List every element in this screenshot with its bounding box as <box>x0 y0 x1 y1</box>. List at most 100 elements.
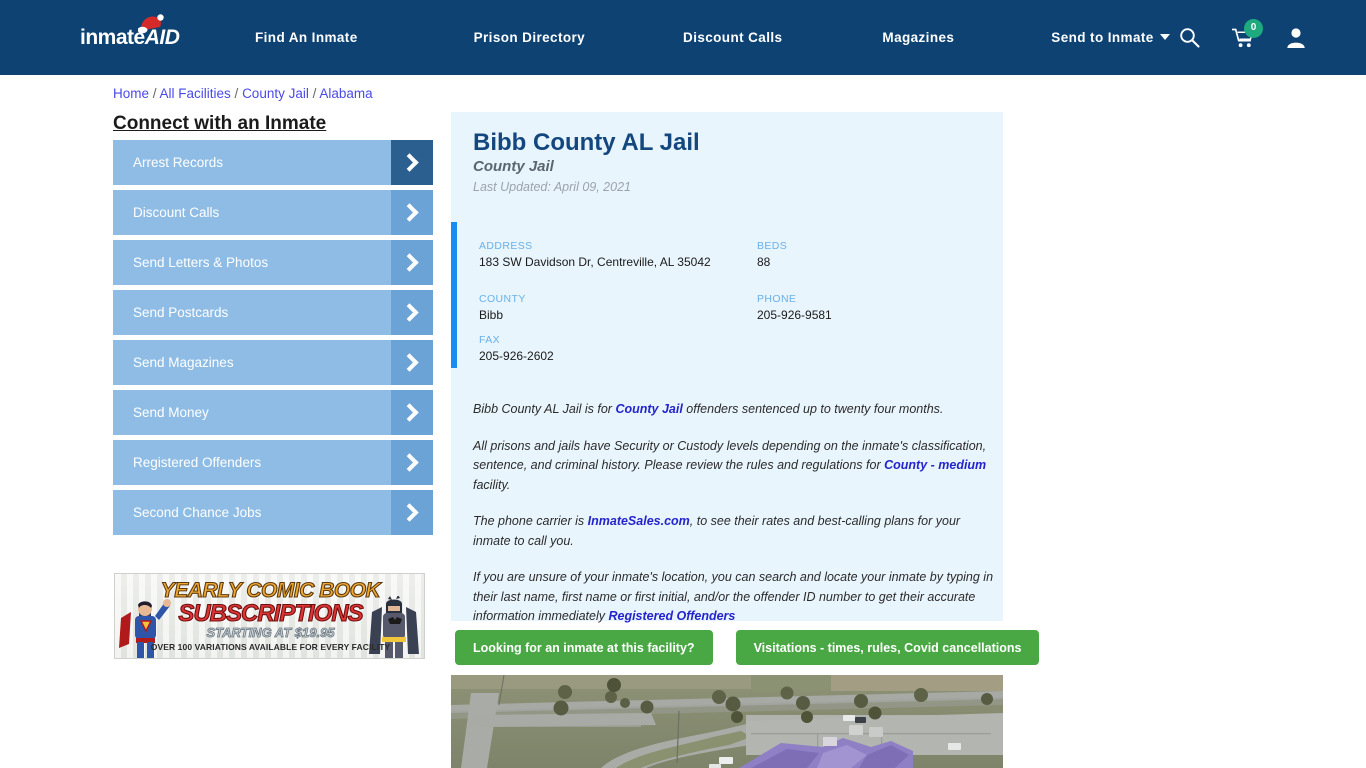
sidebar-item-discount-calls[interactable]: Discount Calls <box>113 190 433 235</box>
chevron-right-icon <box>391 240 433 285</box>
search-button[interactable] <box>1179 27 1200 48</box>
info-field-fax: FAX 205-926-2602 <box>479 334 729 363</box>
description-paragraph-4: If you are unsure of your inmate's locat… <box>473 568 998 627</box>
sidebar-item-arrest-records[interactable]: Arrest Records <box>113 140 433 185</box>
aerial-satellite-image <box>451 675 1003 768</box>
link-inmatesales[interactable]: InmateSales.com <box>588 514 690 528</box>
ad-subtext-line: OVER 100 VARIATIONS AVAILABLE FOR EVERY … <box>150 642 391 652</box>
logo-word-inmate: inmate <box>80 26 145 49</box>
info-value: 183 SW Davidson Dr, Centreville, AL 3504… <box>479 255 711 269</box>
link-registered-offenders[interactable]: Registered Offenders <box>608 609 735 623</box>
text-run: facility. <box>473 477 511 492</box>
text-run: Bibb County AL Jail is for <box>473 402 616 416</box>
breadcrumb-separator: / <box>149 86 160 101</box>
sidebar-item-send-magazines[interactable]: Send Magazines <box>113 340 433 385</box>
facility-info-block: ADDRESS 183 SW Davidson Dr, Centreville,… <box>451 222 1003 368</box>
facility-detail-panel: Bibb County AL Jail County Jail Last Upd… <box>451 112 1003 623</box>
chevron-right-icon <box>391 440 433 485</box>
info-value: 205-926-9581 <box>757 308 832 322</box>
sidebar-item-label: Send Letters & Photos <box>133 255 269 270</box>
info-label: BEDS <box>757 240 788 252</box>
chevron-down-icon <box>1159 34 1170 40</box>
sidebar-item-label: Arrest Records <box>133 155 224 170</box>
nav-label: Find An Inmate <box>255 30 358 45</box>
search-icon <box>1180 28 1200 48</box>
sidebar-item-label: Discount Calls <box>133 205 220 220</box>
nav-label: Magazines <box>882 30 955 45</box>
text-run: The phone carrier is <box>473 514 588 528</box>
find-inmate-button[interactable]: Looking for an inmate at this facility? <box>455 630 713 665</box>
breadcrumb-separator: / <box>308 86 320 101</box>
chevron-right-icon <box>391 340 433 385</box>
cart-button[interactable]: 0 <box>1231 18 1263 48</box>
sidebar-item-label: Second Chance Jobs <box>133 505 262 520</box>
sidebar-menu: Arrest Records Discount Calls Send Lette… <box>113 140 433 540</box>
main-navigation: Find An Inmate Prison Directory Discount… <box>255 0 1170 75</box>
logo-text: inmateAID <box>80 21 185 55</box>
sidebar-title: Connect with an Inmate <box>113 113 327 134</box>
info-field-address: ADDRESS 183 SW Davidson Dr, Centreville,… <box>479 240 729 269</box>
sidebar-item-send-letters-photos[interactable]: Send Letters & Photos <box>113 240 433 285</box>
page-title: Bibb County AL Jail <box>473 129 700 156</box>
santa-hat-icon <box>138 14 164 34</box>
sidebar-item-send-money[interactable]: Send Money <box>113 390 433 435</box>
nav-item-prison-directory[interactable]: Prison Directory <box>474 30 585 45</box>
nav-label: Prison Directory <box>473 30 586 45</box>
accent-bar <box>451 222 457 368</box>
info-value: 88 <box>757 255 771 269</box>
chevron-right-icon <box>391 490 433 535</box>
nav-item-find-an-inmate[interactable]: Find An Inmate <box>255 30 358 45</box>
facility-aerial-map[interactable] <box>451 675 1003 768</box>
sidebar-item-registered-offenders[interactable]: Registered Offenders <box>113 440 433 485</box>
text-run: offenders sentenced up to twenty four mo… <box>682 402 944 416</box>
info-field-beds: BEDS 88 <box>757 240 957 269</box>
site-logo[interactable]: inmateAID <box>80 14 185 55</box>
ad-price-line: STARTING AT $19.95 <box>206 625 335 641</box>
info-field-phone: PHONE 205-926-9581 <box>757 293 957 322</box>
info-label: FAX <box>479 334 501 346</box>
site-header: inmateAID Find An Inmate Prison Director… <box>0 0 1366 75</box>
cart-count-badge: 0 <box>1244 18 1263 38</box>
breadcrumb-item-alabama[interactable]: Alabama <box>319 86 372 101</box>
breadcrumb-item-home[interactable]: Home <box>113 86 149 101</box>
chevron-right-icon <box>391 390 433 435</box>
sidebar-item-label: Send Postcards <box>133 305 229 320</box>
breadcrumb-separator: / <box>230 86 243 101</box>
chevron-right-icon <box>391 290 433 335</box>
sidebar-item-send-postcards[interactable]: Send Postcards <box>113 290 433 335</box>
sidebar-item-second-chance-jobs[interactable]: Second Chance Jobs <box>113 490 433 535</box>
info-label: PHONE <box>757 293 797 305</box>
sidebar-item-label: Send Magazines <box>133 355 234 370</box>
info-value: 205-926-2602 <box>479 349 554 363</box>
last-updated-text: Last Updated: April 09, 2021 <box>473 180 631 194</box>
nav-item-magazines[interactable]: Magazines <box>882 30 954 45</box>
breadcrumb: Home / All Facilities / County Jail / Al… <box>113 86 373 101</box>
info-label: COUNTY <box>479 293 526 305</box>
action-button-row: Looking for an inmate at this facility? … <box>455 630 1040 665</box>
info-value: Bibb <box>479 308 504 322</box>
breadcrumb-item-county-jail[interactable]: County Jail <box>242 86 309 101</box>
ad-headline-line2: SUBSCRIPTIONS <box>178 599 364 627</box>
facility-description: Bibb County AL Jail is for County Jail o… <box>473 400 998 644</box>
nav-label: Discount Calls <box>683 30 783 45</box>
nav-item-discount-calls[interactable]: Discount Calls <box>683 30 782 45</box>
comic-book-ad-banner[interactable]: YEARLY COMIC BOOK SUBSCRIPTIONS STARTING… <box>114 573 425 659</box>
link-county-medium[interactable]: County - medium <box>884 458 986 472</box>
account-button[interactable] <box>1286 27 1306 48</box>
header-icon-group: 0 <box>1179 0 1306 75</box>
nav-item-send-to-inmate[interactable]: Send to Inmate <box>1051 30 1170 45</box>
description-paragraph-3: The phone carrier is InmateSales.com, to… <box>473 512 998 551</box>
breadcrumb-item-all-facilities[interactable]: All Facilities <box>160 86 231 101</box>
user-account-icon <box>1287 28 1305 48</box>
chevron-right-icon <box>391 140 433 185</box>
description-paragraph-2: All prisons and jails have Security or C… <box>473 437 998 496</box>
chevron-right-icon <box>391 190 433 235</box>
visitations-button[interactable]: Visitations - times, rules, Covid cancel… <box>735 630 1040 665</box>
info-label: ADDRESS <box>479 240 533 252</box>
sidebar-item-label: Registered Offenders <box>133 455 262 470</box>
facility-type: County Jail <box>473 158 554 175</box>
link-county-jail[interactable]: County Jail <box>615 402 682 416</box>
nav-label: Send to Inmate <box>1051 30 1154 45</box>
description-paragraph-1: Bibb County AL Jail is for County Jail o… <box>473 400 998 420</box>
sidebar-item-label: Send Money <box>133 405 209 420</box>
